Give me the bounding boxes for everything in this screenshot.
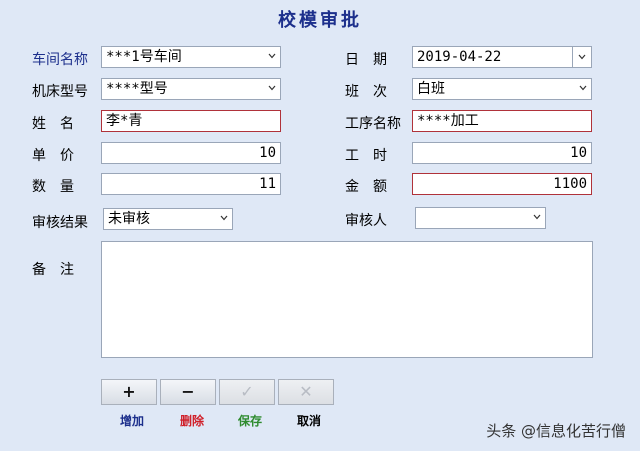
review-result-label: 审核结果 bbox=[32, 215, 88, 231]
unit-price-value: 10 bbox=[259, 145, 276, 161]
workshop-select[interactable]: ***1号车间 bbox=[101, 46, 281, 68]
delete-label[interactable]: 删除 bbox=[164, 412, 220, 429]
name-input[interactable]: 李*青 bbox=[101, 110, 281, 132]
unit-price-input[interactable]: 10 bbox=[101, 142, 281, 164]
add-button[interactable]: + bbox=[101, 379, 157, 405]
chevron-down-icon bbox=[268, 53, 276, 59]
chevron-down-icon bbox=[533, 214, 541, 220]
save-label[interactable]: 保存 bbox=[222, 412, 278, 429]
workshop-label: 车间名称 bbox=[32, 52, 88, 68]
add-label[interactable]: 增加 bbox=[104, 412, 160, 429]
date-field[interactable]: 2019-04-22 bbox=[412, 46, 574, 68]
amount-label: 金 额 bbox=[345, 179, 387, 195]
save-button[interactable]: ✓ bbox=[219, 379, 275, 405]
name-label: 姓 名 bbox=[32, 116, 74, 132]
process-name-value: ****加工 bbox=[417, 113, 479, 129]
date-label: 日 期 bbox=[345, 52, 387, 68]
chevron-down-icon bbox=[578, 54, 586, 60]
work-hours-value: 10 bbox=[570, 145, 587, 161]
process-name-label: 工序名称 bbox=[345, 116, 401, 132]
quantity-label: 数 量 bbox=[32, 179, 74, 195]
machine-model-label: 机床型号 bbox=[32, 84, 88, 100]
chevron-down-icon bbox=[220, 215, 228, 221]
review-result-select[interactable]: 未审核 bbox=[103, 208, 233, 230]
shift-value: 白班 bbox=[417, 81, 445, 97]
cancel-label[interactable]: 取消 bbox=[281, 412, 337, 429]
watermark-text: 头条 @信息化苦行僧 bbox=[486, 422, 626, 440]
remarks-label: 备 注 bbox=[32, 262, 74, 278]
unit-price-label: 单 价 bbox=[32, 148, 74, 164]
reviewer-select[interactable] bbox=[415, 207, 546, 229]
date-picker-button[interactable] bbox=[572, 46, 592, 68]
machine-model-value: ****型号 bbox=[106, 81, 168, 97]
window-title: 校模审批 bbox=[278, 10, 362, 31]
name-value: 李*青 bbox=[106, 113, 143, 129]
work-hours-input[interactable]: 10 bbox=[412, 142, 592, 164]
reviewer-label: 审核人 bbox=[345, 213, 387, 229]
quantity-input[interactable]: 11 bbox=[101, 173, 281, 195]
amount-value: 1100 bbox=[553, 176, 587, 192]
process-name-input[interactable]: ****加工 bbox=[412, 110, 592, 132]
workshop-value: ***1号车间 bbox=[106, 49, 182, 65]
quantity-value: 11 bbox=[259, 176, 276, 192]
date-value: 2019-04-22 bbox=[417, 49, 502, 65]
shift-select[interactable]: 白班 bbox=[412, 78, 592, 100]
cancel-button[interactable]: ✕ bbox=[278, 379, 334, 405]
work-hours-label: 工 时 bbox=[345, 148, 387, 164]
amount-input[interactable]: 1100 bbox=[412, 173, 592, 195]
remarks-textarea[interactable] bbox=[101, 241, 593, 358]
machine-model-select[interactable]: ****型号 bbox=[101, 78, 281, 100]
delete-button[interactable]: − bbox=[160, 379, 216, 405]
chevron-down-icon bbox=[268, 85, 276, 91]
shift-label: 班 次 bbox=[345, 84, 387, 100]
chevron-down-icon bbox=[579, 85, 587, 91]
review-result-value: 未审核 bbox=[108, 211, 150, 227]
